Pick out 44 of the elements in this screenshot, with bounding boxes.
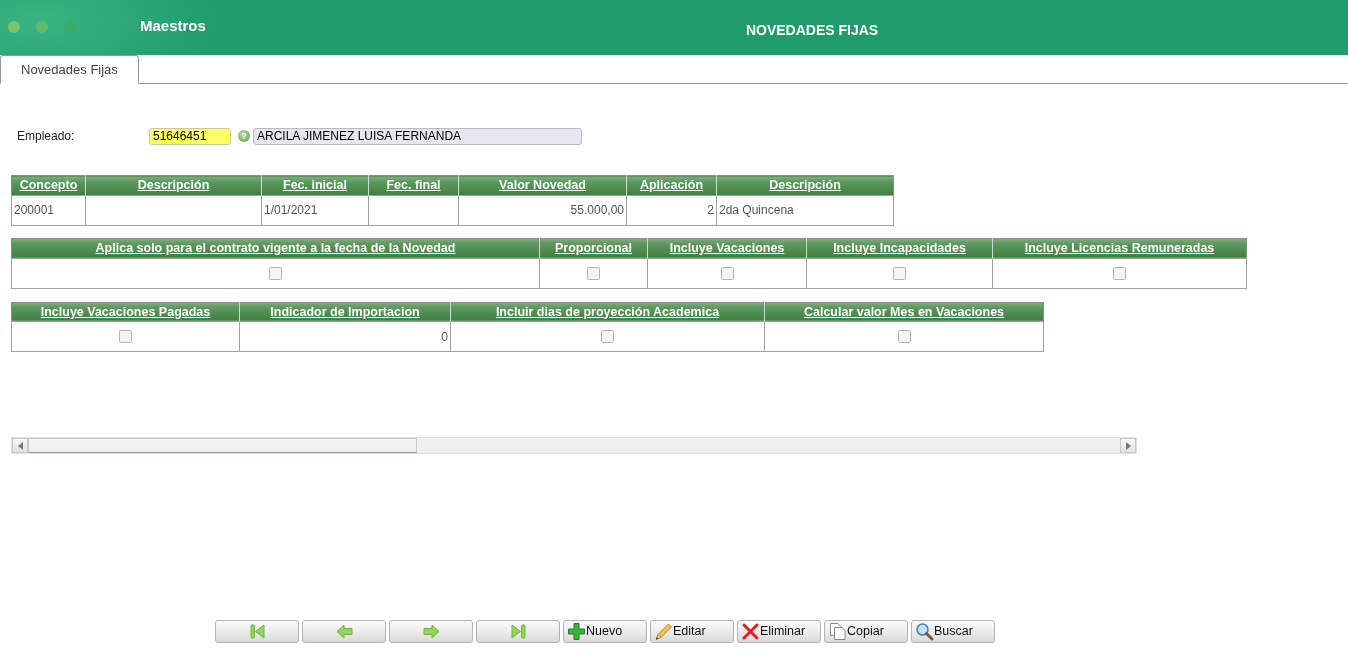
employee-name-field: ARCILA JIMENEZ LUISA FERNANDA	[253, 127, 582, 145]
table-cell: 200001	[11, 195, 86, 226]
page-title: NOVEDADES FIJAS	[744, 22, 880, 39]
edit-button[interactable]: Editar	[650, 620, 734, 644]
checkbox[interactable]	[601, 330, 614, 344]
employee-code-field[interactable]: 51646451	[149, 127, 231, 145]
previous-record-button[interactable]	[302, 620, 386, 644]
checkbox[interactable]	[720, 266, 734, 280]
left-arrow-icon	[17, 441, 23, 450]
pages-icon	[828, 622, 847, 642]
section-title: Maestros	[140, 17, 207, 35]
scroll-left-button[interactable]	[12, 438, 28, 454]
checkbox[interactable]	[893, 266, 906, 280]
skip-back-icon	[247, 622, 267, 642]
table-cell: 0	[239, 321, 451, 352]
table-cell: 2da Quincena	[716, 195, 894, 226]
first-record-button[interactable]	[215, 620, 299, 644]
field-label: Empleado:	[16, 128, 76, 145]
next-record-button[interactable]	[389, 620, 473, 644]
scrollbar-thumb[interactable]	[28, 438, 417, 454]
table-cell: 55.000,00	[458, 195, 627, 226]
new-button[interactable]: Nuevo	[563, 620, 647, 644]
window-dot-icon	[8, 21, 20, 33]
plus-icon	[567, 622, 586, 642]
tab[interactable]: Novedades Fijas	[0, 55, 139, 84]
table-cell: 2	[626, 195, 717, 226]
cross-icon	[741, 622, 760, 642]
window-dot-icon	[36, 21, 48, 33]
checkbox[interactable]	[269, 266, 282, 280]
checkbox[interactable]	[119, 330, 132, 344]
right-arrow-icon	[1125, 441, 1131, 450]
pencil-icon	[654, 622, 673, 642]
copy-button[interactable]: Copiar	[824, 620, 908, 644]
checkbox[interactable]	[1113, 266, 1126, 280]
search-button[interactable]: Buscar	[911, 620, 995, 644]
checkbox[interactable]	[587, 266, 600, 280]
table-cell: 1/01/2021	[261, 195, 369, 226]
scroll-right-button[interactable]	[1120, 438, 1136, 454]
last-record-button[interactable]	[476, 620, 560, 644]
search-icon	[915, 622, 934, 642]
checkbox[interactable]	[897, 330, 911, 344]
horizontal-scrollbar[interactable]	[11, 437, 1137, 455]
delete-button[interactable]: Eliminar	[737, 620, 821, 644]
skip-forward-icon	[508, 622, 528, 642]
